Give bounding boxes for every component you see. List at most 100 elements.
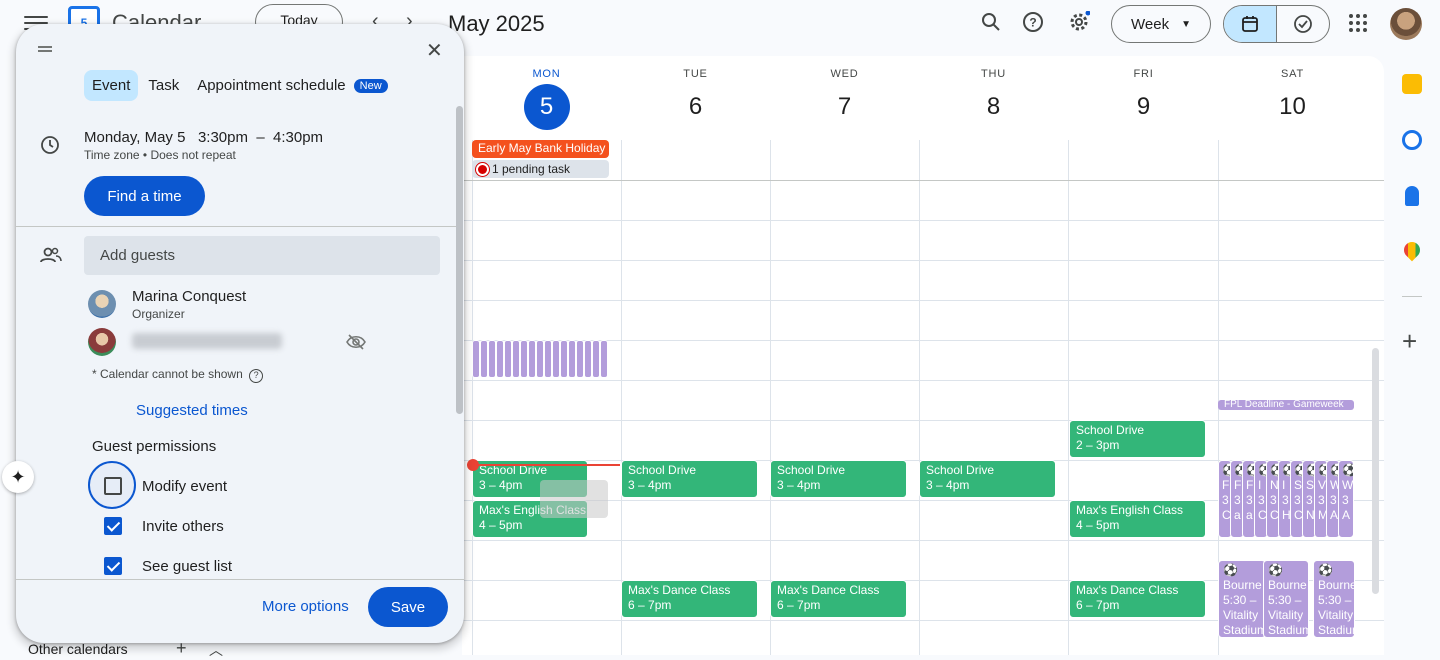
event-time: 5:30 – bbox=[1268, 593, 1302, 607]
stacked-event[interactable] bbox=[552, 340, 560, 378]
event-datetime[interactable]: Monday, May 5 3:30pm – 4:30pm bbox=[84, 129, 323, 146]
tab-task[interactable]: Task bbox=[140, 70, 187, 101]
people-icon bbox=[40, 245, 62, 265]
day-number[interactable]: 8 bbox=[971, 84, 1017, 130]
permission-see-guest-list[interactable]: See guest list bbox=[104, 557, 232, 575]
event-dance-tue[interactable]: Max's Dance Class 6 – 7pm bbox=[621, 580, 758, 618]
permission-invite-others[interactable]: Invite others bbox=[104, 517, 224, 535]
day-header-tue[interactable]: TUE 6 bbox=[621, 56, 770, 130]
collapse-icon[interactable]: ︿ bbox=[209, 640, 223, 660]
event-time: 3 – 4pm bbox=[777, 478, 821, 492]
event-school-drive-tue[interactable]: School Drive 3 – 4pm bbox=[621, 460, 758, 498]
dialog-tabs: Event Task Appointment schedule New bbox=[84, 70, 388, 101]
permission-modify-event[interactable]: Modify event bbox=[104, 477, 227, 495]
day-header-fri[interactable]: FRI 9 bbox=[1069, 56, 1218, 130]
add-addon-icon[interactable]: + bbox=[1402, 328, 1417, 354]
keep-icon[interactable] bbox=[1402, 74, 1422, 94]
column-divider bbox=[1068, 140, 1069, 655]
search-icon[interactable] bbox=[979, 10, 1003, 34]
modify-event-checkbox[interactable] bbox=[104, 477, 122, 495]
day-header-mon[interactable]: MON 5 bbox=[472, 56, 621, 130]
guest-email-redacted bbox=[132, 333, 282, 349]
fpl-deadline-event[interactable]: FPL Deadline - Gameweek bbox=[1218, 400, 1354, 410]
stacked-event[interactable] bbox=[488, 340, 496, 378]
event-school-drive-fri[interactable]: School Drive 2 – 3pm bbox=[1069, 420, 1206, 458]
find-a-time-button[interactable]: Find a time bbox=[84, 176, 205, 216]
google-apps-icon[interactable] bbox=[1349, 14, 1367, 32]
tab-event[interactable]: Event bbox=[84, 70, 139, 101]
pending-task-chip[interactable]: 1 pending task bbox=[472, 160, 609, 178]
stacked-event[interactable] bbox=[560, 340, 568, 378]
day-of-week: WED bbox=[830, 68, 859, 80]
tasks-view-icon[interactable] bbox=[1277, 6, 1329, 42]
account-avatar[interactable] bbox=[1390, 8, 1422, 40]
settings-gear-icon[interactable] bbox=[1067, 10, 1091, 34]
holiday-event[interactable]: Early May Bank Holiday bbox=[472, 140, 609, 158]
day-number[interactable]: 9 bbox=[1121, 84, 1167, 130]
contacts-icon[interactable] bbox=[1405, 186, 1419, 206]
stacked-event[interactable] bbox=[504, 340, 512, 378]
event-dance-wed[interactable]: Max's Dance Class 6 – 7pm bbox=[770, 580, 907, 618]
gemini-sparkle-icon[interactable]: ✦ bbox=[2, 461, 34, 493]
dialog-scrollbar[interactable] bbox=[456, 106, 463, 414]
help-icon[interactable]: ? bbox=[1021, 10, 1045, 34]
more-options-button[interactable]: More options bbox=[262, 598, 349, 615]
day-header-thu[interactable]: THU 8 bbox=[919, 56, 1068, 130]
event-location: Stadium bbox=[1223, 623, 1266, 637]
day-of-week: MON bbox=[532, 68, 561, 80]
stacked-event[interactable]: ⚽W3A bbox=[1338, 460, 1354, 538]
stacked-event[interactable] bbox=[528, 340, 536, 378]
month-title: May 2025 bbox=[448, 11, 545, 36]
see-guest-list-checkbox[interactable] bbox=[104, 557, 122, 575]
day-header-wed[interactable]: WED 7 bbox=[770, 56, 919, 130]
view-selector[interactable]: Week ▼ bbox=[1111, 5, 1211, 43]
stacked-event[interactable] bbox=[480, 340, 488, 378]
stacked-event[interactable] bbox=[536, 340, 544, 378]
tasks-icon[interactable] bbox=[1402, 130, 1422, 150]
stacked-event[interactable] bbox=[472, 340, 480, 378]
day-number[interactable]: 10 bbox=[1270, 84, 1316, 130]
drag-handle-icon[interactable] bbox=[38, 44, 52, 54]
invite-others-checkbox[interactable] bbox=[104, 517, 122, 535]
stacked-event[interactable] bbox=[496, 340, 504, 378]
event-english-fri[interactable]: Max's English Class 4 – 5pm bbox=[1069, 500, 1206, 538]
stacked-event[interactable] bbox=[544, 340, 552, 378]
stacked-event[interactable] bbox=[568, 340, 576, 378]
day-of-week: THU bbox=[980, 68, 1006, 80]
event-school-drive-wed[interactable]: School Drive 3 – 4pm bbox=[770, 460, 907, 498]
day-header-sat[interactable]: SAT 10 bbox=[1218, 56, 1367, 130]
tab-appointment-schedule[interactable]: Appointment schedule bbox=[189, 70, 353, 101]
event-date[interactable]: Monday, May 5 bbox=[84, 129, 185, 146]
save-button[interactable]: Save bbox=[368, 587, 448, 627]
calendar-tasks-toggle[interactable] bbox=[1223, 5, 1330, 43]
suggested-times-link[interactable]: Suggested times bbox=[136, 402, 248, 419]
event-dance-fri[interactable]: Max's Dance Class 6 – 7pm bbox=[1069, 580, 1206, 618]
event-school-drive-thu[interactable]: School Drive 3 – 4pm bbox=[919, 460, 1056, 498]
close-icon[interactable]: ✕ bbox=[426, 38, 443, 63]
day-number[interactable]: 7 bbox=[822, 84, 868, 130]
info-help-icon[interactable]: ? bbox=[249, 369, 264, 383]
maps-icon[interactable] bbox=[1400, 238, 1424, 262]
stacked-event[interactable] bbox=[592, 340, 600, 378]
stacked-event[interactable] bbox=[512, 340, 520, 378]
week-grid: MON 5 TUE 6 WED 7 THU 8 FRI 9 SAT 10 Ear… bbox=[462, 56, 1384, 655]
event-bourne[interactable]: ⚽ Bourne 5:30 – Vitality Stadium bbox=[1263, 560, 1309, 638]
current-time-dot bbox=[467, 459, 479, 471]
grid-scrollbar[interactable] bbox=[1372, 348, 1379, 594]
timezone-repeat[interactable]: Time zone • Does not repeat bbox=[84, 148, 236, 162]
calendar-view-icon[interactable] bbox=[1224, 6, 1277, 42]
day-number[interactable]: 5 bbox=[523, 84, 570, 130]
eye-off-icon[interactable] bbox=[346, 332, 366, 352]
add-guests-input[interactable]: Add guests bbox=[84, 236, 440, 275]
event-time-range[interactable]: 3:30pm – 4:30pm bbox=[198, 129, 323, 146]
stacked-event[interactable] bbox=[600, 340, 608, 378]
all-day-separator bbox=[462, 180, 1384, 181]
event-bourne[interactable]: ⚽ Bourne 5:30 – Vitality Stadium bbox=[1218, 560, 1266, 638]
stacked-event[interactable] bbox=[576, 340, 584, 378]
stacked-event[interactable] bbox=[584, 340, 592, 378]
new-event-placeholder[interactable] bbox=[540, 480, 608, 518]
stacked-event[interactable] bbox=[520, 340, 528, 378]
event-bourne[interactable]: ⚽ Bourne 5:30 – Vitality Stadium bbox=[1313, 560, 1355, 638]
day-number[interactable]: 6 bbox=[673, 84, 719, 130]
column-divider bbox=[770, 140, 771, 655]
